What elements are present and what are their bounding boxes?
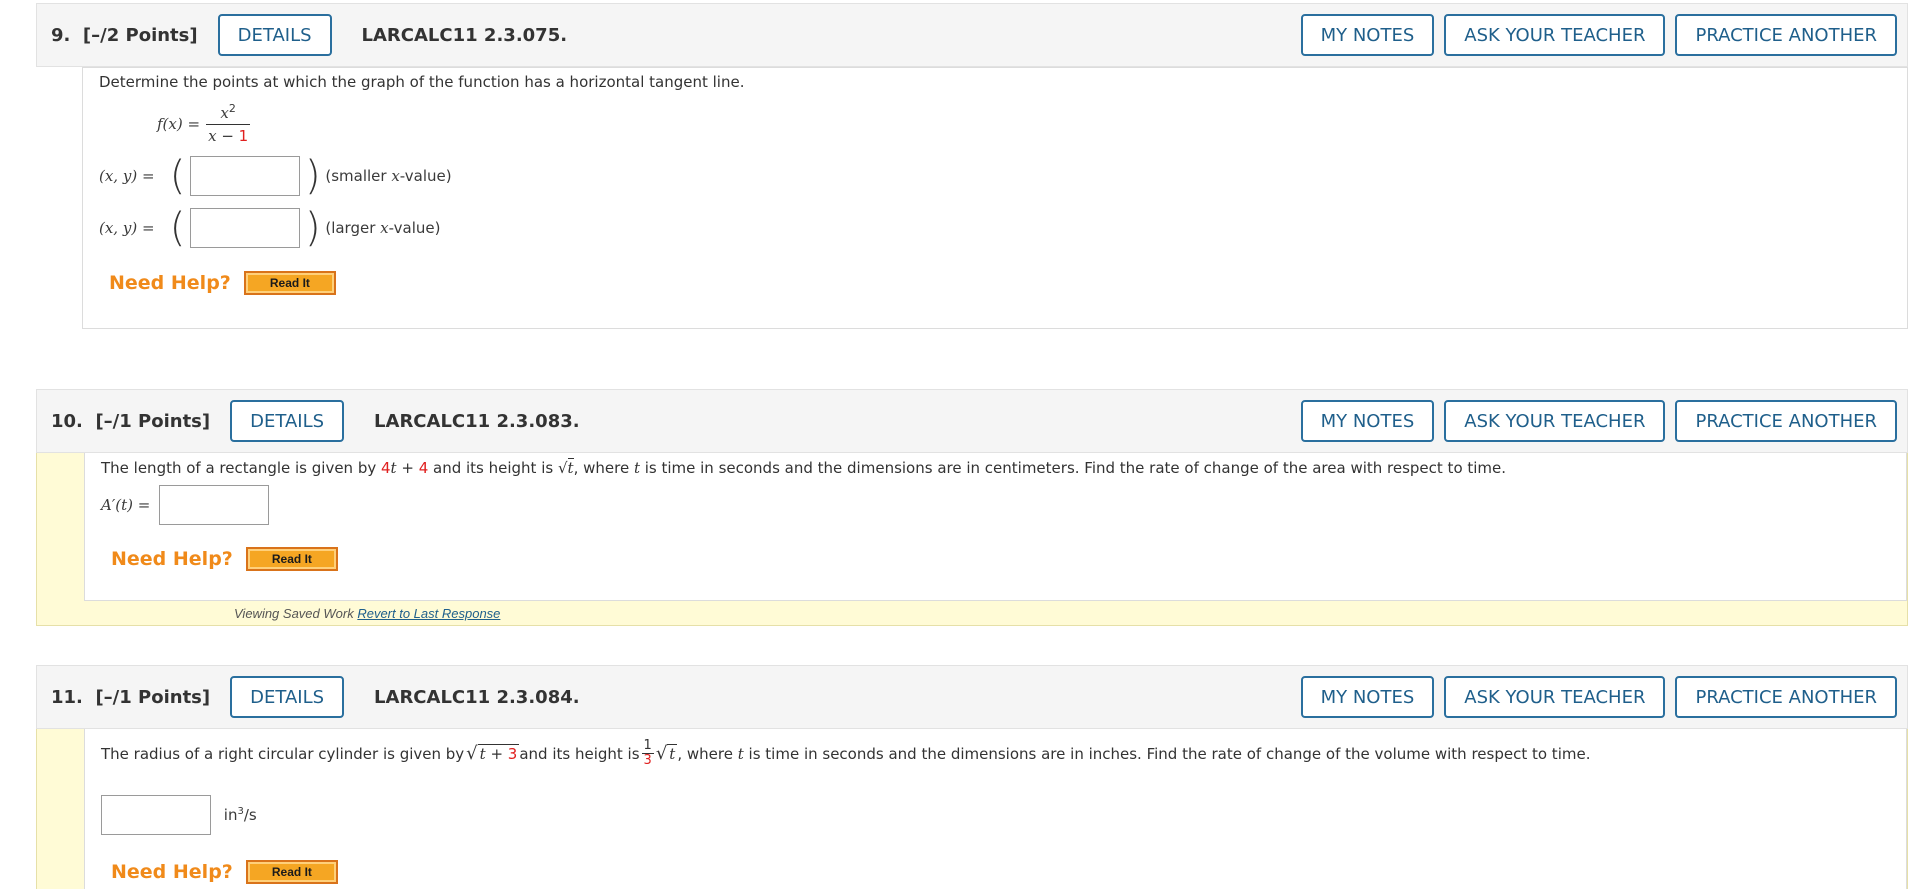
need-help-label: Need Help? — [111, 548, 233, 570]
answer-row-1: (x, y) = ( ) (smaller x-value) — [99, 156, 452, 196]
sqrt-icon: √ — [466, 743, 478, 764]
answer-label: A′(t) = — [101, 496, 151, 514]
question-number: 10. [–/1 Points] — [51, 410, 211, 432]
fraction-denominator-var: x — [208, 127, 217, 145]
question-11: 11. [–/1 Points] DETAILS LARCALC11 2.3.0… — [36, 665, 1908, 889]
answer-row-2: (x, y) = ( ) (larger x-value) — [99, 208, 440, 248]
question-actions: MY NOTES ASK YOUR TEACHER PRACTICE ANOTH… — [1300, 676, 1897, 718]
revert-link[interactable]: Revert to Last Response — [357, 606, 500, 621]
fraction-denominator-const: 1 — [238, 127, 249, 145]
question-code: LARCALC11 2.3.084. — [374, 686, 580, 708]
question-prompt: Determine the points at which the graph … — [99, 73, 745, 91]
pair-label: (x, y) = — [99, 219, 155, 237]
sqrt-radicand: t + 3 — [477, 744, 520, 763]
answer-suffix: (smaller x-value) — [325, 167, 452, 185]
fraction-numerator-exponent: 2 — [228, 102, 236, 115]
saved-work-bar: Viewing Saved Work Revert to Last Respon… — [234, 606, 500, 621]
ask-teacher-button[interactable]: ASK YOUR TEACHER — [1444, 676, 1666, 718]
question-code: LARCALC11 2.3.083. — [374, 410, 580, 432]
question-10-body: The length of a rectangle is given by 4t… — [84, 453, 1907, 601]
pair-label: (x, y) = — [99, 167, 155, 185]
question-prompt: The radius of a right circular cylinder … — [101, 738, 1591, 768]
question-9-header: 9. [–/2 Points] DETAILS LARCALC11 2.3.07… — [36, 3, 1908, 67]
question-code: LARCALC11 2.3.075. — [361, 24, 568, 46]
practice-another-button[interactable]: PRACTICE ANOTHER — [1675, 400, 1897, 442]
read-it-button[interactable]: Read It — [243, 271, 336, 295]
answer-unit: in3/s — [223, 806, 257, 824]
function-lhs: f(x) = — [157, 114, 201, 133]
read-it-button[interactable]: Read It — [245, 547, 338, 571]
question-number: 11. [–/1 Points] — [51, 686, 211, 708]
details-button[interactable]: DETAILS — [230, 676, 345, 718]
viewing-saved-work-text: Viewing Saved Work — [234, 606, 358, 621]
practice-another-button[interactable]: PRACTICE ANOTHER — [1675, 676, 1897, 718]
fraction-denominator-op: − — [221, 127, 234, 145]
answer-input-smaller-x[interactable] — [190, 156, 301, 196]
need-help-label: Need Help? — [109, 272, 231, 294]
my-notes-button[interactable]: MY NOTES — [1300, 14, 1435, 56]
right-paren-icon: ) — [304, 153, 321, 199]
question-9: 9. [–/2 Points] DETAILS LARCALC11 2.3.07… — [36, 3, 1908, 329]
question-11-header: 11. [–/1 Points] DETAILS LARCALC11 2.3.0… — [36, 665, 1908, 729]
need-help-label: Need Help? — [111, 861, 233, 883]
need-help-row: Need Help? Read It — [111, 860, 338, 884]
question-number: 9. [–/2 Points] — [51, 24, 198, 46]
answer-input[interactable] — [101, 795, 211, 835]
ask-teacher-button[interactable]: ASK YOUR TEACHER — [1444, 400, 1666, 442]
my-notes-button[interactable]: MY NOTES — [1300, 400, 1435, 442]
answer-input[interactable] — [159, 485, 270, 525]
fraction: x2 x − 1 — [206, 102, 251, 145]
question-prompt: The length of a rectangle is given by 4t… — [101, 458, 1507, 477]
function-expression: f(x) = x2 x − 1 — [157, 102, 251, 145]
left-paren-icon: ( — [169, 205, 186, 251]
fraction: 1 3 — [641, 738, 654, 768]
details-button[interactable]: DETAILS — [230, 400, 345, 442]
question-10-header: 10. [–/1 Points] DETAILS LARCALC11 2.3.0… — [36, 389, 1908, 453]
right-paren-icon: ) — [304, 205, 321, 251]
question-10: 10. [–/1 Points] DETAILS LARCALC11 2.3.0… — [36, 389, 1908, 626]
details-button[interactable]: DETAILS — [217, 14, 332, 56]
fraction-numerator: x — [220, 104, 229, 122]
question-10-frame: The length of a rectangle is given by 4t… — [36, 453, 1908, 626]
ask-teacher-button[interactable]: ASK YOUR TEACHER — [1444, 14, 1666, 56]
my-notes-button[interactable]: MY NOTES — [1300, 676, 1435, 718]
question-actions: MY NOTES ASK YOUR TEACHER PRACTICE ANOTH… — [1300, 14, 1897, 56]
sqrt-icon: √ — [655, 743, 668, 764]
answer-input-larger-x[interactable] — [190, 208, 301, 248]
practice-another-button[interactable]: PRACTICE ANOTHER — [1675, 14, 1897, 56]
answer-row: in3/s — [101, 795, 257, 835]
need-help-row: Need Help? Read It — [109, 271, 336, 295]
need-help-row: Need Help? Read It — [111, 547, 338, 571]
question-11-body: The radius of a right circular cylinder … — [84, 729, 1907, 889]
left-paren-icon: ( — [169, 153, 186, 199]
fraction-numerator: 1 — [643, 738, 652, 753]
read-it-button[interactable]: Read It — [245, 860, 338, 884]
question-11-frame: The radius of a right circular cylinder … — [36, 729, 1908, 889]
sqrt-icon: √ — [557, 459, 568, 477]
answer-suffix: (larger x-value) — [325, 219, 441, 237]
fraction-denominator: 3 — [641, 753, 654, 768]
answer-row: A′(t) = — [101, 485, 270, 525]
question-9-body: Determine the points at which the graph … — [82, 67, 1908, 329]
question-actions: MY NOTES ASK YOUR TEACHER PRACTICE ANOTH… — [1300, 400, 1897, 442]
